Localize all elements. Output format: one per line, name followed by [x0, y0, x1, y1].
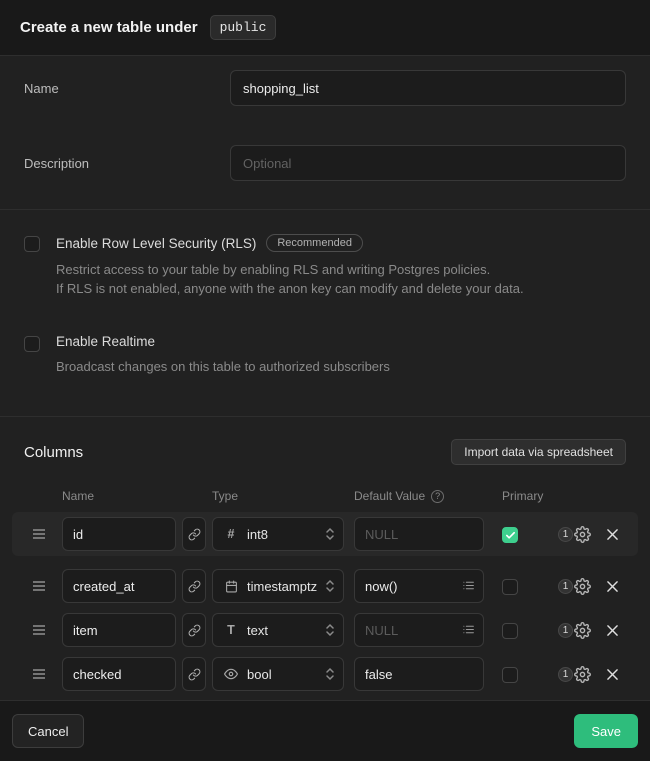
- rls-label: Enable Row Level Security (RLS): [56, 236, 256, 251]
- create-table-panel: Create a new table under public Name Des…: [0, 0, 650, 761]
- settings-count-badge: 1: [558, 667, 573, 682]
- column-name-input[interactable]: [62, 613, 176, 647]
- realtime-title-row: Enable Realtime: [56, 334, 390, 349]
- chevron-up-down-icon: [325, 667, 335, 681]
- realtime-description: Broadcast changes on this table to autho…: [56, 357, 390, 376]
- drag-handle-icon[interactable]: [24, 580, 62, 592]
- calendar-icon: [223, 580, 239, 593]
- toggles-section: Enable Row Level Security (RLS) Recommen…: [0, 209, 650, 416]
- rls-description-line1: Restrict access to your table by enablin…: [56, 260, 524, 279]
- table-description-input[interactable]: [230, 145, 626, 181]
- table-info-section: Name Description: [0, 56, 650, 209]
- remove-column-icon[interactable]: [598, 616, 626, 644]
- description-field-row: Description: [24, 145, 626, 181]
- column-type-select[interactable]: T text: [212, 613, 344, 647]
- drag-handle-icon[interactable]: [24, 668, 62, 680]
- settings-count-badge: 1: [558, 623, 573, 638]
- column-type-select[interactable]: bool: [212, 657, 344, 691]
- primary-checkbox[interactable]: [502, 579, 518, 595]
- column-type-select[interactable]: # int8: [212, 517, 344, 551]
- hash-icon: #: [223, 527, 239, 541]
- settings-count-badge: 1: [558, 527, 573, 542]
- column-row-id: # int8 1: [24, 517, 626, 551]
- column-row-item: T text: [24, 613, 626, 647]
- column-row-checked: bool 1: [24, 657, 626, 691]
- column-default-input[interactable]: [354, 657, 484, 691]
- drag-handle-icon[interactable]: [24, 624, 62, 636]
- gear-icon: [574, 526, 591, 543]
- remove-column-icon[interactable]: [598, 572, 626, 600]
- gear-icon: [574, 578, 591, 595]
- description-label: Description: [24, 156, 230, 171]
- cancel-button[interactable]: Cancel: [12, 714, 84, 748]
- remove-column-icon[interactable]: [598, 520, 626, 548]
- default-suggestions-icon[interactable]: [455, 572, 481, 598]
- columns-grid-header: Name Type Default Value ? Primary: [24, 489, 626, 503]
- column-name-input[interactable]: [62, 657, 176, 691]
- realtime-toggle-block: Enable Realtime Broadcast changes on thi…: [24, 334, 626, 376]
- column-default-input[interactable]: [354, 517, 484, 551]
- rls-description: Restrict access to your table by enablin…: [56, 260, 524, 298]
- column-name-input[interactable]: [62, 517, 176, 551]
- primary-checkbox[interactable]: [502, 623, 518, 639]
- gear-icon: [574, 622, 591, 639]
- column-settings-button[interactable]: 1: [558, 578, 598, 595]
- panel-title: Create a new table under: [20, 19, 198, 36]
- recommended-badge: Recommended: [266, 234, 363, 252]
- column-settings-button[interactable]: 1: [558, 526, 598, 543]
- chevron-up-down-icon: [325, 527, 335, 541]
- column-row-created-at: timestamptz: [24, 569, 626, 603]
- default-suggestions-icon[interactable]: [455, 616, 481, 642]
- gear-icon: [574, 666, 591, 683]
- drag-handle-icon[interactable]: [24, 528, 62, 540]
- rls-description-line2: If RLS is not enabled, anyone with the a…: [56, 279, 524, 298]
- column-type-select[interactable]: timestamptz: [212, 569, 344, 603]
- import-spreadsheet-button[interactable]: Import data via spreadsheet: [451, 439, 626, 465]
- columns-title: Columns: [24, 444, 83, 461]
- save-button[interactable]: Save: [574, 714, 638, 748]
- realtime-toggle-body: Enable Realtime Broadcast changes on thi…: [56, 334, 390, 376]
- eye-icon: [223, 667, 239, 681]
- panel-footer: Cancel Save: [0, 700, 650, 761]
- chevron-up-down-icon: [325, 623, 335, 637]
- column-settings-button[interactable]: 1: [558, 622, 598, 639]
- foreign-key-link-icon[interactable]: [182, 569, 206, 603]
- column-header-name: Name: [62, 489, 176, 503]
- primary-checkbox[interactable]: [502, 527, 518, 543]
- column-header-default: Default Value ?: [354, 489, 502, 503]
- text-type-icon: T: [223, 623, 239, 637]
- panel-header: Create a new table under public: [0, 0, 650, 56]
- columns-title-row: Columns Import data via spreadsheet: [24, 439, 626, 465]
- foreign-key-link-icon[interactable]: [182, 613, 206, 647]
- remove-column-icon[interactable]: [598, 660, 626, 688]
- chevron-up-down-icon: [325, 579, 335, 593]
- schema-badge: public: [210, 15, 277, 40]
- name-label: Name: [24, 81, 230, 96]
- rls-title-row: Enable Row Level Security (RLS) Recommen…: [56, 234, 524, 252]
- realtime-label: Enable Realtime: [56, 334, 155, 349]
- name-field-row: Name: [24, 70, 626, 106]
- foreign-key-link-icon[interactable]: [182, 657, 206, 691]
- help-icon[interactable]: ?: [431, 490, 444, 503]
- column-header-type: Type: [212, 489, 354, 503]
- columns-section: Columns Import data via spreadsheet Name…: [0, 416, 650, 700]
- table-name-input[interactable]: [230, 70, 626, 106]
- column-header-primary: Primary: [502, 489, 558, 503]
- settings-count-badge: 1: [558, 579, 573, 594]
- column-settings-button[interactable]: 1: [558, 666, 598, 683]
- column-name-input[interactable]: [62, 569, 176, 603]
- rls-toggle-body: Enable Row Level Security (RLS) Recommen…: [56, 234, 524, 298]
- column-rows: # int8 1: [24, 517, 626, 691]
- primary-checkbox[interactable]: [502, 667, 518, 683]
- foreign-key-link-icon[interactable]: [182, 517, 206, 551]
- rls-checkbox[interactable]: [24, 236, 40, 252]
- realtime-checkbox[interactable]: [24, 336, 40, 352]
- rls-toggle-block: Enable Row Level Security (RLS) Recommen…: [24, 234, 626, 298]
- panel-content: Name Description Enable Row Level Securi…: [0, 56, 650, 700]
